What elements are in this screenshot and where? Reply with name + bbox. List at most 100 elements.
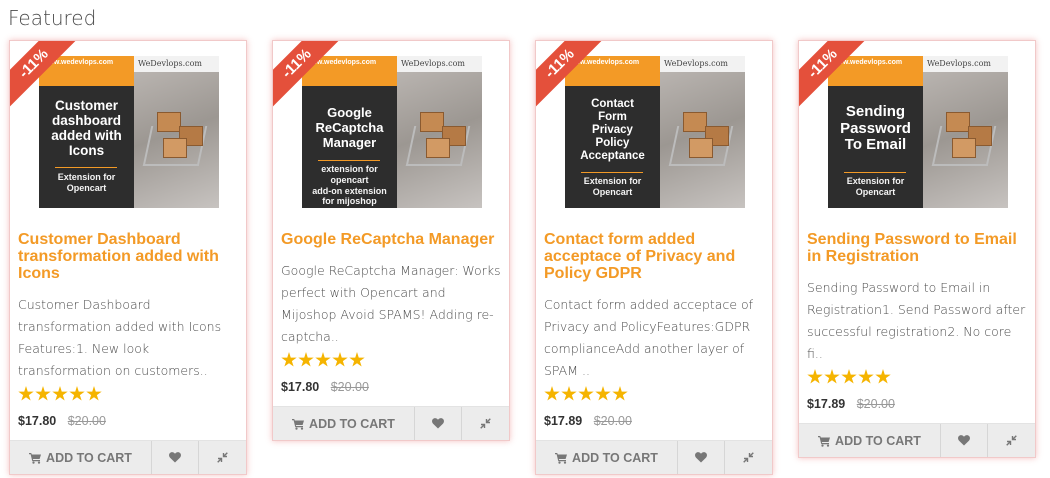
product-name-link[interactable]: Contact form added acceptace of Privacy … xyxy=(544,231,764,282)
image-title-line: Acceptance xyxy=(580,149,645,162)
product-name-link[interactable]: Google ReCaptcha Manager xyxy=(281,231,501,248)
star-icon xyxy=(349,352,365,367)
heart-icon xyxy=(169,452,181,463)
heart-icon xyxy=(695,452,707,463)
compare-icon xyxy=(743,452,754,463)
product-name-link[interactable]: Customer Dashboard transformation added … xyxy=(18,231,238,282)
add-to-cart-label: ADD TO CART xyxy=(572,450,658,465)
image-title-line: Icons xyxy=(68,143,105,159)
add-to-cart-button[interactable]: ADD TO CART xyxy=(536,441,678,474)
product-image: www.wedevlops.com WeDevlops.com Contact F… xyxy=(565,56,745,208)
add-to-cart-label: ADD TO CART xyxy=(835,433,921,448)
image-title-line: Customer xyxy=(54,98,118,113)
star-icon xyxy=(612,386,628,401)
heart-icon xyxy=(958,435,970,446)
compare-button[interactable] xyxy=(725,441,772,474)
star-icon xyxy=(332,352,348,367)
star-icon xyxy=(315,352,331,367)
star-icon xyxy=(69,386,85,401)
star-icon xyxy=(18,386,34,401)
star-icon xyxy=(595,386,611,401)
product-price: $17.80 $20.00 xyxy=(281,380,501,400)
image-ext-line: Extension for xyxy=(57,172,116,182)
add-to-cart-label: ADD TO CART xyxy=(309,416,395,431)
product-description: Contact form added acceptace of Privacy … xyxy=(544,297,754,378)
image-ext-line: add-on extension for mijoshop xyxy=(312,185,387,207)
product-image-link[interactable]: www.wedevlops.com WeDevlops.com Sending P… xyxy=(799,41,1035,223)
image-title-line: Sending xyxy=(845,103,906,120)
rating-stars xyxy=(281,352,501,372)
star-icon xyxy=(824,369,840,384)
image-brand-text: WeDevlops.com xyxy=(134,56,219,72)
image-ext-line: extension for opencart xyxy=(321,164,378,185)
product-description: Customer Dashboard transformation added … xyxy=(18,297,222,378)
price-new: $17.80 xyxy=(18,414,57,428)
product-description: Google ReCaptcha Manager: Works perfect … xyxy=(281,263,501,344)
image-title-line: dashboard xyxy=(51,113,121,129)
compare-icon xyxy=(1006,435,1017,446)
product-actions: ADD TO CART xyxy=(536,440,772,474)
wishlist-button[interactable] xyxy=(152,441,199,474)
product-image: www.wedevlops.com WeDevlops.com Sending P… xyxy=(828,56,1008,208)
heart-icon xyxy=(432,418,444,429)
product-actions: ADD TO CART xyxy=(10,440,246,474)
section-title: Featured xyxy=(8,6,97,30)
price-old: $20.00 xyxy=(67,414,106,428)
product-card: www.wedevlops.com WeDevlops.com Customer… xyxy=(9,40,247,475)
image-title-line: Privacy xyxy=(592,123,633,136)
image-title-line: Manager xyxy=(322,134,377,150)
image-ext-line: Opencart xyxy=(855,186,896,197)
compare-button[interactable] xyxy=(462,407,509,440)
image-title-line: Policy xyxy=(595,136,630,149)
product-card: www.wedevlops.com WeDevlops.com Contact F… xyxy=(535,40,773,475)
product-price: $17.80 $20.00 xyxy=(18,414,238,434)
star-icon xyxy=(86,386,102,401)
compare-button[interactable] xyxy=(988,424,1035,457)
product-image: www.wedevlops.com WeDevlops.com Google Re… xyxy=(302,56,482,208)
product-price: $17.89 $20.00 xyxy=(807,397,1027,417)
star-icon xyxy=(298,352,314,367)
product-image-link[interactable]: www.wedevlops.com WeDevlops.com Google Re… xyxy=(273,41,509,223)
image-brand-text: WeDevlops.com xyxy=(660,56,745,72)
star-icon xyxy=(52,386,68,401)
product-image-link[interactable]: www.wedevlops.com WeDevlops.com Customer… xyxy=(10,41,246,223)
product-actions: ADD TO CART xyxy=(273,406,509,440)
image-title-line: Form xyxy=(598,110,627,123)
rating-stars xyxy=(544,386,764,406)
image-brand-text: WeDevlops.com xyxy=(397,56,482,72)
cart-icon xyxy=(555,452,568,464)
add-to-cart-button[interactable]: ADD TO CART xyxy=(10,441,152,474)
star-icon xyxy=(807,369,823,384)
product-image-link[interactable]: www.wedevlops.com WeDevlops.com Contact F… xyxy=(536,41,772,223)
rating-stars xyxy=(18,386,238,406)
price-new: $17.89 xyxy=(544,414,583,428)
wishlist-button[interactable] xyxy=(941,424,988,457)
star-icon xyxy=(858,369,874,384)
star-icon xyxy=(281,352,297,367)
wishlist-button[interactable] xyxy=(415,407,462,440)
price-new: $17.89 xyxy=(807,397,846,411)
add-to-cart-button[interactable]: ADD TO CART xyxy=(273,407,415,440)
cart-icon xyxy=(818,435,831,447)
add-to-cart-button[interactable]: ADD TO CART xyxy=(799,424,941,457)
product-actions: ADD TO CART xyxy=(799,423,1035,457)
star-icon xyxy=(875,369,891,384)
wishlist-button[interactable] xyxy=(678,441,725,474)
product-image: www.wedevlops.com WeDevlops.com Customer… xyxy=(39,56,219,208)
price-old: $20.00 xyxy=(856,397,895,411)
star-icon xyxy=(35,386,51,401)
image-title-line: To Email xyxy=(844,136,907,153)
rating-stars xyxy=(807,369,1027,389)
add-to-cart-label: ADD TO CART xyxy=(46,450,132,465)
star-icon xyxy=(544,386,560,401)
image-title-line: Contact xyxy=(591,98,634,110)
product-price: $17.89 $20.00 xyxy=(544,414,764,434)
image-ext-line: Extension for xyxy=(846,176,905,186)
product-card: www.wedevlops.com WeDevlops.com Sending P… xyxy=(798,40,1036,458)
product-name-link[interactable]: Sending Password to Email in Registratio… xyxy=(807,231,1027,265)
star-icon xyxy=(841,369,857,384)
product-card: www.wedevlops.com WeDevlops.com Google Re… xyxy=(272,40,510,441)
image-title-line: ReCaptcha xyxy=(315,119,384,135)
image-title-line: added with xyxy=(51,128,122,144)
compare-button[interactable] xyxy=(199,441,246,474)
